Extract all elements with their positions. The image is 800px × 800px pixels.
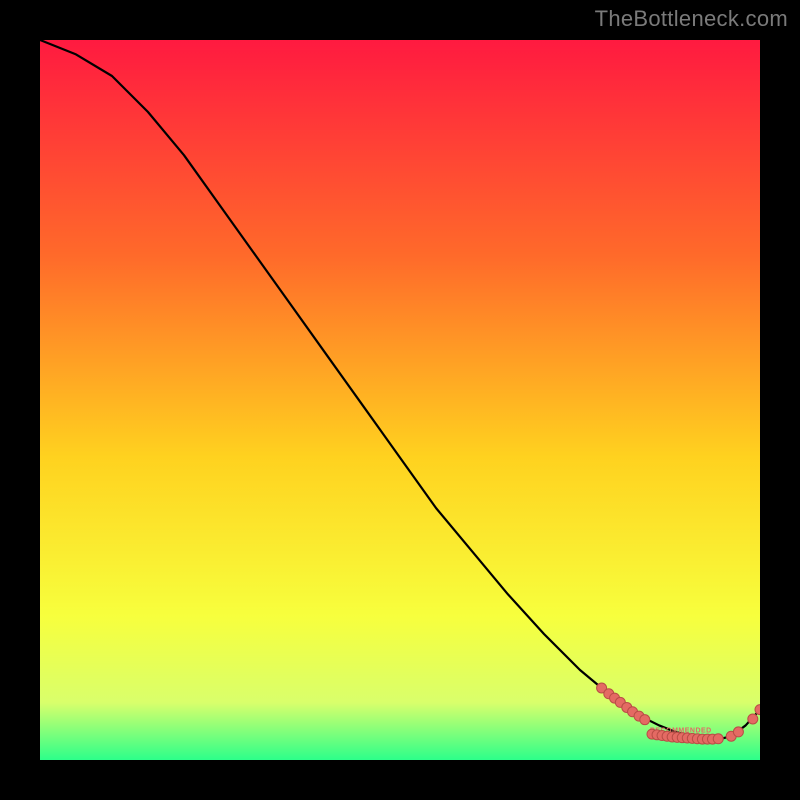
- data-marker: [748, 714, 758, 724]
- plot-area: RECOMMENDED: [40, 40, 760, 760]
- data-marker: [733, 727, 743, 737]
- watermark-text: TheBottleneck.com: [595, 6, 788, 32]
- data-marker: [713, 734, 723, 744]
- chart-frame: TheBottleneck.com RECOMMENDED: [0, 0, 800, 800]
- chart-svg: RECOMMENDED: [40, 40, 760, 760]
- gradient-bg: [40, 40, 760, 760]
- data-marker: [640, 715, 650, 725]
